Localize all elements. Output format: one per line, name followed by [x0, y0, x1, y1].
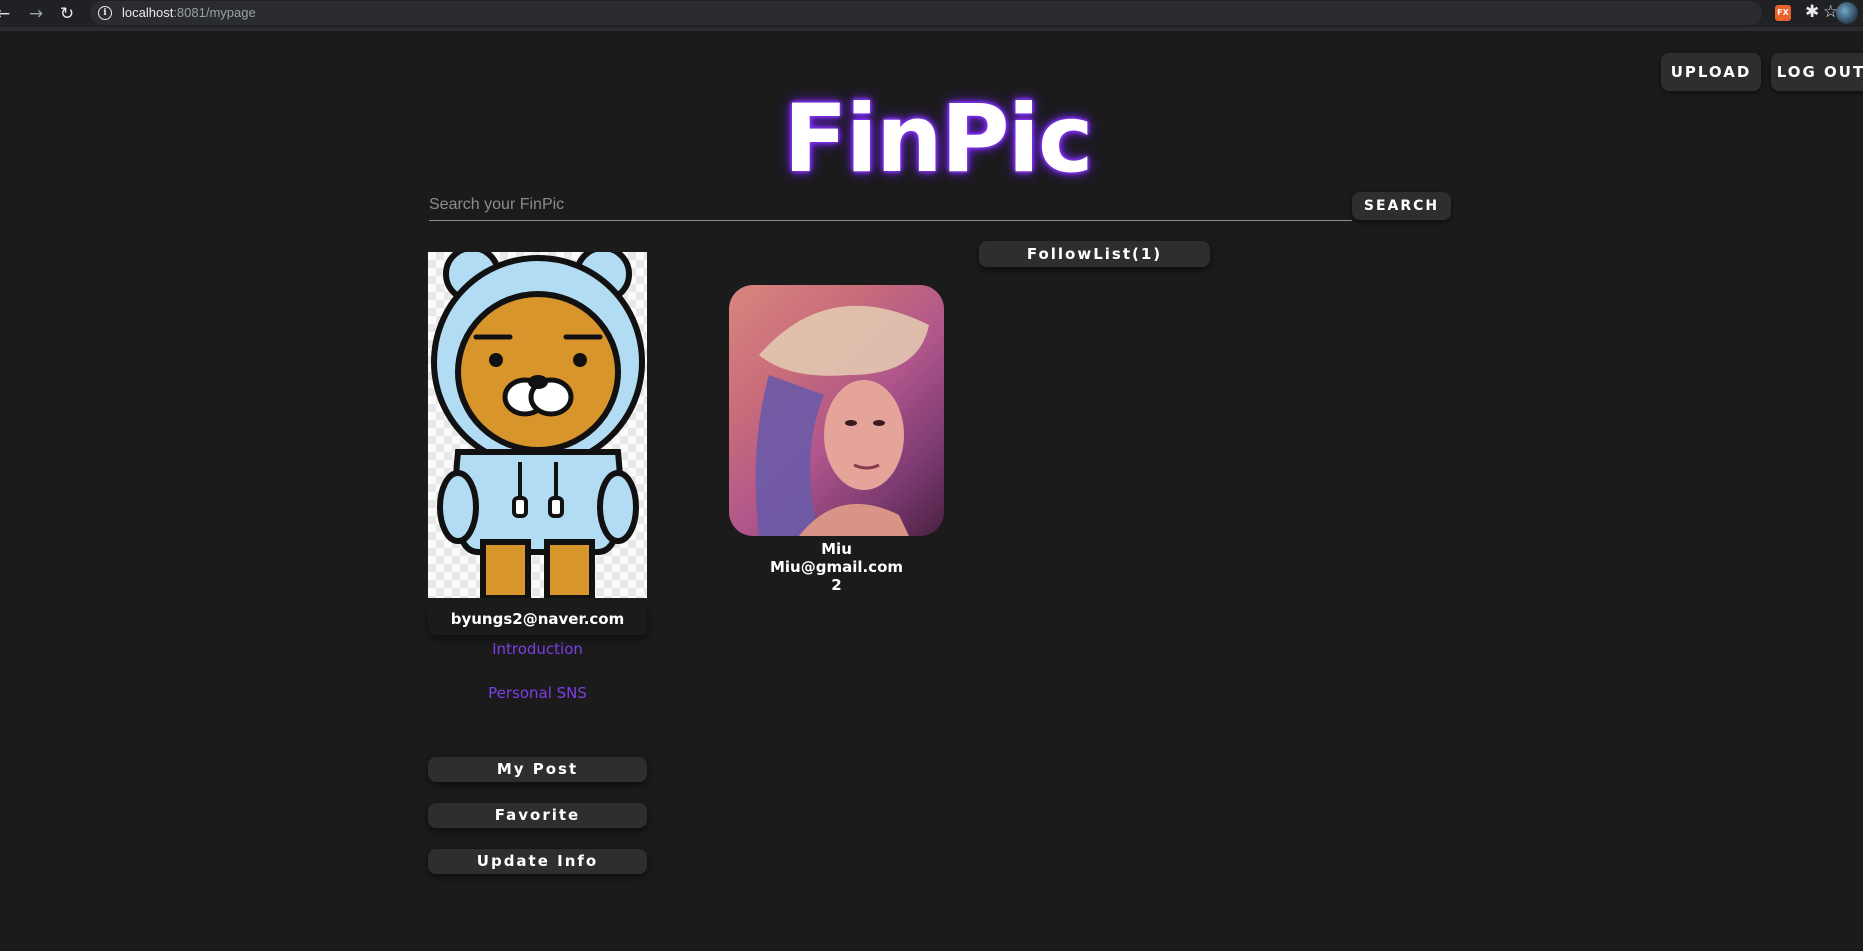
- profile-character-illustration: [431, 252, 645, 598]
- upload-button[interactable]: UPLOAD: [1661, 53, 1761, 91]
- profile-email: byungs2@naver.com: [428, 603, 647, 635]
- follower-photo[interactable]: [729, 285, 944, 536]
- extension-fx-icon[interactable]: FX: [1775, 5, 1791, 21]
- search-bar: [429, 192, 1352, 221]
- url-path: :8081/mypage: [173, 5, 256, 20]
- my-post-button[interactable]: My Post: [428, 757, 647, 782]
- follower-email: Miu@gmail.com: [769, 558, 904, 576]
- favorite-button[interactable]: Favorite: [428, 803, 647, 828]
- forward-arrow-icon[interactable]: →: [25, 3, 47, 25]
- follower-photo-illustration: [755, 305, 929, 536]
- extensions-puzzle-icon[interactable]: ✱: [1805, 2, 1819, 22]
- follower-count: 2: [831, 576, 842, 594]
- back-arrow-icon[interactable]: ←: [0, 3, 14, 25]
- reload-icon[interactable]: ↻: [56, 3, 78, 25]
- url-host: localhost: [122, 5, 174, 20]
- follow-card[interactable]: Miu Miu@gmail.com 2: [729, 285, 944, 594]
- follower-name: Miu: [821, 540, 852, 558]
- logout-button[interactable]: LOG OUT: [1771, 53, 1863, 91]
- profile-picture: [428, 252, 647, 598]
- site-logo[interactable]: FinPic: [600, 80, 1275, 200]
- url-text[interactable]: localhost:8081/mypage: [122, 5, 256, 20]
- address-bar[interactable]: i localhost:8081/mypage ☆: [90, 1, 1838, 25]
- personal-sns-link[interactable]: Personal SNS: [428, 684, 647, 702]
- update-info-button[interactable]: Update Info: [428, 849, 647, 874]
- profile-avatar-icon[interactable]: [1836, 2, 1858, 24]
- browser-toolbar: ← → ↻ i localhost:8081/mypage ☆ FX ✱: [0, 0, 1863, 31]
- introduction-link[interactable]: Introduction: [428, 640, 647, 658]
- search-button[interactable]: SEARCH: [1352, 192, 1451, 220]
- info-icon[interactable]: i: [98, 6, 112, 20]
- follow-list-button[interactable]: FollowList(1): [979, 241, 1210, 267]
- search-input[interactable]: [429, 192, 1349, 218]
